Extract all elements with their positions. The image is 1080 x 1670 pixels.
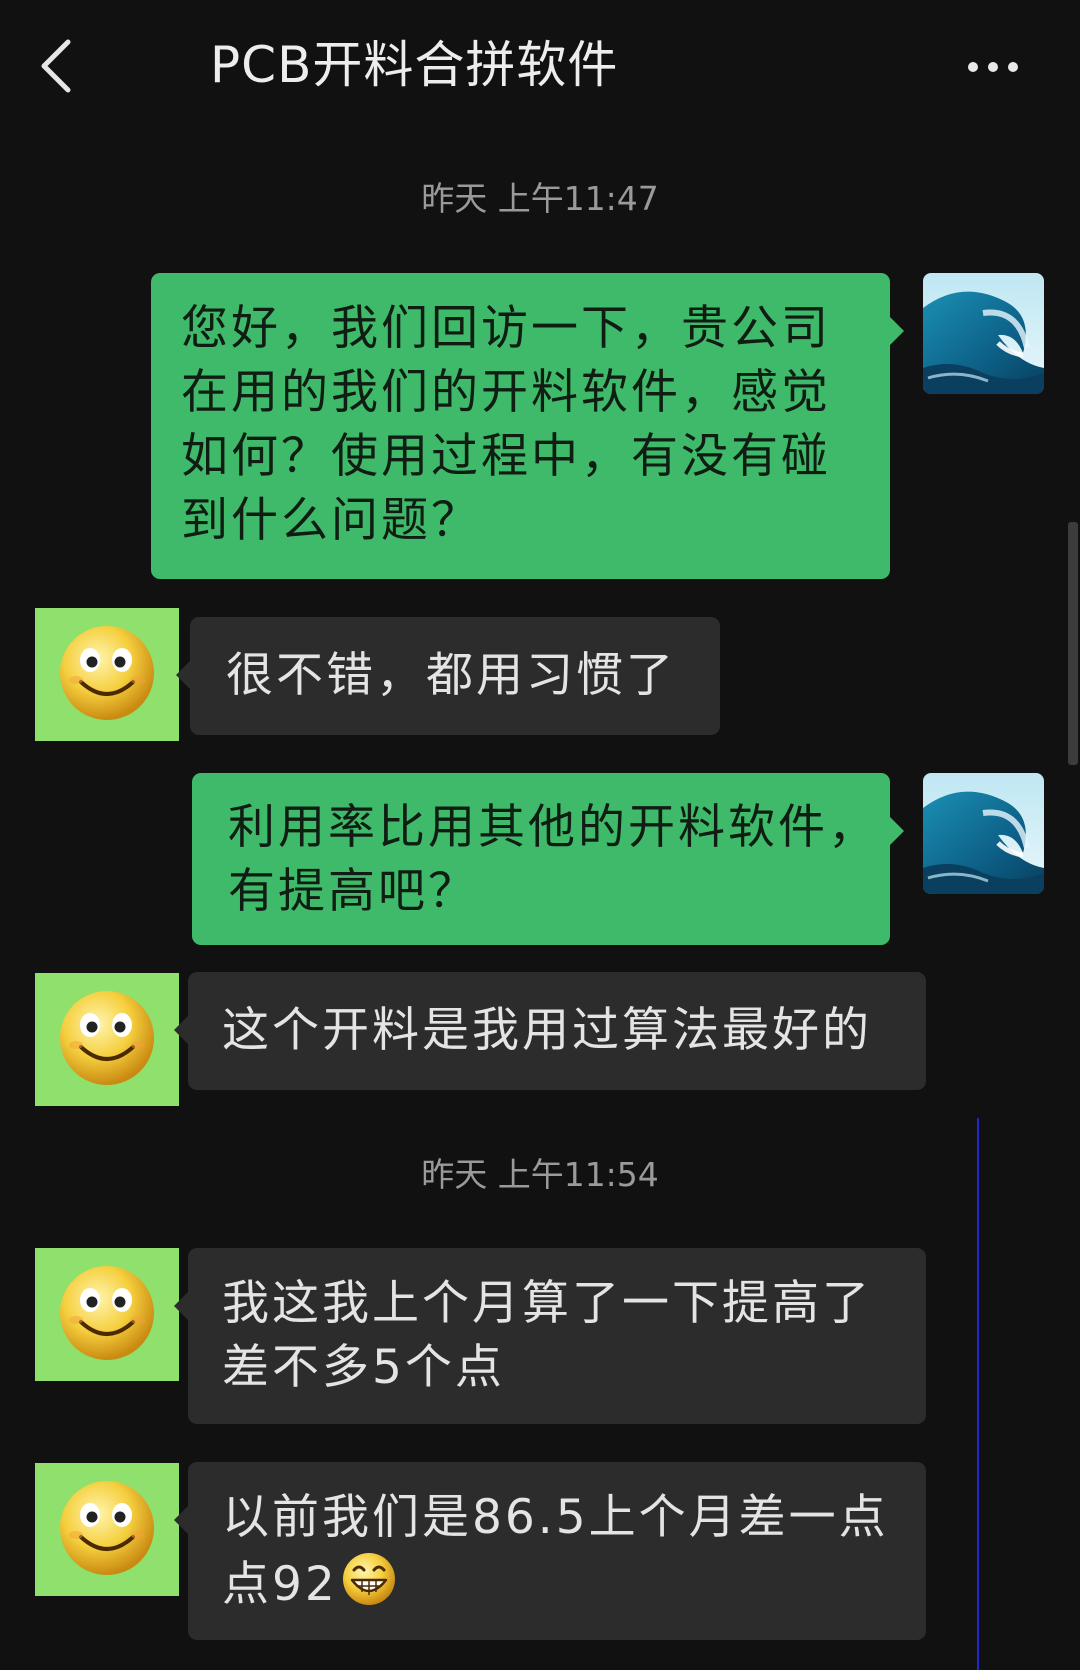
message-text-line: 利用率比用其他的开料软件， [228,800,878,855]
sent-message[interactable]: 利用率比用其他的开料软件， 有提高吧？ [192,773,904,945]
message-text-line: 我这我上个月算了一下提高了 [222,1276,872,1331]
divider-line [977,1118,979,1670]
message-timestamp: 昨天 上午11:54 [421,1155,659,1194]
message-text-line: 这个开料是我用过算法最好的 [222,1003,872,1058]
smiley-face-icon [58,1264,156,1362]
message-text-fragment: 点92 [222,1557,338,1612]
chevron-left-icon[interactable] [36,36,80,96]
received-message[interactable]: 这个开料是我用过算法最好的 [174,972,926,1090]
message-text-line: 您好，我们回访一下，贵公司 [181,301,831,356]
message-text-line: 如何？使用过程中，有没有碰 [181,429,831,484]
message-text-line: 有提高吧？ [228,864,478,919]
received-message[interactable]: 我这我上个月算了一下提高了 差不多5个点 [174,1248,926,1424]
chat-header: PCB开料合拼软件 [0,0,1080,135]
smiley-face-icon [58,624,156,722]
received-message[interactable]: 很不错，都用习惯了 [176,617,720,735]
message-text-line: 在用的我们的开料软件，感觉 [181,365,831,420]
message-text-line: 很不错，都用习惯了 [226,648,676,703]
more-horizontal-icon[interactable] [960,56,1020,80]
message-timestamp: 昨天 上午11:47 [421,179,659,218]
received-message[interactable]: 以前我们是86.5上个月差一点 点92 [174,1462,926,1640]
message-text-line: 点92 [222,1550,892,1617]
smiley-face-icon [58,1479,156,1577]
contact-avatar[interactable] [35,1248,179,1381]
message-text-line: 差不多5个点 [222,1340,505,1395]
scrollbar-thumb[interactable] [1068,522,1078,765]
sent-message[interactable]: 您好，我们回访一下，贵公司 在用的我们的开料软件，感觉 如何？使用过程中，有没有… [151,273,904,579]
message-text-line: 到什么问题？ [181,493,481,548]
self-avatar[interactable] [923,773,1044,894]
chat-title: PCB开料合拼软件 [210,36,619,94]
smiley-face-icon [58,989,156,1087]
self-avatar[interactable] [923,273,1044,394]
ocean-wave-icon [923,773,1044,894]
contact-avatar[interactable] [35,608,179,741]
contact-avatar[interactable] [35,1463,179,1596]
contact-avatar[interactable] [35,973,179,1106]
ocean-wave-icon [923,273,1044,394]
message-text-line: 以前我们是86.5上个月差一点 [222,1490,889,1545]
grinning-face-emoji-icon [342,1553,395,1605]
